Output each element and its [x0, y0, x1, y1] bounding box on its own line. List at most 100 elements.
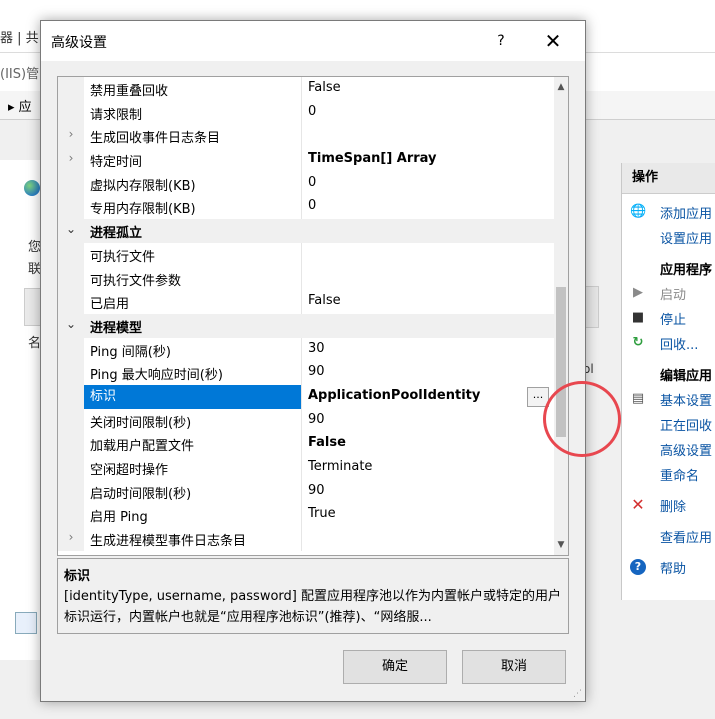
column-divider — [301, 100, 302, 125]
property-row[interactable]: 禁用重叠回收 False — [58, 77, 554, 101]
background-left-pane: 您 联 名 — [0, 160, 42, 660]
row-gutter — [58, 242, 84, 267]
property-row[interactable]: 启用 Ping True — [58, 503, 554, 528]
collapse-chevron-icon[interactable]: ⌄ — [64, 317, 78, 331]
ellipsis-button[interactable]: ... — [527, 386, 549, 407]
action-delete[interactable]: ✕ 删除 — [622, 494, 715, 516]
property-value[interactable]: Terminate — [308, 459, 372, 474]
section-label: 编辑应用 — [660, 369, 713, 384]
action-rename[interactable]: 重命名 — [622, 463, 715, 485]
property-value[interactable]: 90 — [308, 483, 325, 498]
actions-header: 操作 — [622, 163, 715, 194]
property-row[interactable]: › 生成进程模型事件日志条目 — [58, 527, 554, 551]
expand-chevron-icon[interactable]: › — [64, 530, 78, 544]
action-help[interactable]: ? 帮助 — [622, 556, 715, 578]
property-name: 请求限制 — [90, 107, 143, 123]
play-icon: ▶ — [633, 285, 643, 300]
property-value[interactable]: 0 — [308, 198, 316, 213]
property-value[interactable]: 90 — [308, 364, 325, 379]
action-label: 添加应用 — [660, 207, 713, 222]
property-value[interactable]: True — [308, 506, 336, 521]
close-button[interactable]: ✕ — [539, 29, 567, 53]
action-basic-settings[interactable]: ▤ 基本设置 — [622, 388, 715, 410]
property-name: 标识 — [84, 384, 301, 409]
property-row[interactable]: 虚拟内存限制(KB) 0 — [58, 171, 554, 196]
property-row[interactable]: 空闲超时操作 Terminate — [58, 456, 554, 480]
section-edit-application-pool: 编辑应用 — [622, 363, 715, 385]
action-view-applications[interactable]: 查看应用 — [622, 525, 715, 547]
property-name: 空闲超时操作 — [90, 463, 169, 478]
column-divider — [301, 361, 302, 385]
row-gutter — [58, 408, 84, 433]
row-gutter — [58, 77, 84, 101]
action-label: 高级设置 — [660, 444, 713, 459]
property-name: Ping 间隔(秒) — [90, 344, 171, 360]
property-rows: 禁用重叠回收 False 请求限制 0 › 生成回收事件日志条目 › 特定时间 TimeSpan… — [58, 77, 554, 551]
action-start[interactable]: ▶ 启动 — [622, 282, 715, 304]
property-grid-scrollbar[interactable]: ▲ ▼ — [554, 77, 568, 555]
property-value[interactable]: ApplicationPoolIdentity — [308, 388, 480, 403]
property-row[interactable]: 可执行文件 — [58, 242, 554, 267]
property-value[interactable]: False — [308, 435, 346, 450]
property-row[interactable]: 专用内存限制(KB) 0 — [58, 195, 554, 220]
action-set-application[interactable]: 设置应用 — [622, 226, 715, 248]
property-value[interactable]: 90 — [308, 412, 325, 427]
property-name: 可执行文件参数 — [90, 273, 182, 289]
description-text: [identityType, username, password] 配置应用程… — [64, 589, 561, 625]
property-row[interactable]: Ping 间隔(秒) 30 — [58, 337, 554, 362]
property-row[interactable]: 可执行文件参数 — [58, 266, 554, 291]
property-row[interactable]: 请求限制 0 — [58, 100, 554, 125]
action-add-application[interactable]: 🌐 添加应用 — [622, 201, 715, 223]
property-value[interactable]: TimeSpan[] Array — [308, 151, 437, 166]
property-value[interactable]: 0 — [308, 104, 316, 119]
action-recycling[interactable]: 正在回收 — [622, 413, 715, 435]
action-label: 帮助 — [660, 562, 687, 577]
row-gutter — [58, 337, 84, 362]
property-row[interactable]: 标识 ApplicationPoolIdentity... — [58, 384, 554, 409]
action-stop[interactable]: ■ 停止 — [622, 307, 715, 329]
property-value[interactable]: 0 — [308, 175, 316, 190]
cancel-button[interactable]: 取消 — [462, 650, 566, 684]
property-row[interactable]: 关闭时间限制(秒) 90 — [58, 408, 554, 433]
scroll-thumb[interactable] — [556, 287, 566, 437]
property-name: Ping 最大响应时间(秒) — [90, 368, 223, 384]
row-gutter — [58, 384, 84, 409]
property-row[interactable]: › 生成回收事件日志条目 — [58, 124, 554, 149]
collapse-chevron-icon[interactable]: ⌄ — [64, 222, 78, 236]
property-row[interactable]: 加载用户配置文件 False — [58, 432, 554, 456]
action-advanced-settings[interactable]: 高级设置 — [622, 438, 715, 460]
help-button[interactable]: ? — [491, 31, 511, 51]
help-icon: ? — [630, 559, 646, 575]
column-divider — [301, 503, 302, 528]
scroll-up-icon[interactable]: ▲ — [554, 79, 568, 95]
expand-chevron-icon[interactable]: › — [64, 127, 78, 141]
column-divider — [301, 337, 302, 362]
action-label: 基本设置 — [660, 394, 713, 409]
property-row[interactable]: › 特定时间 TimeSpan[] Array — [58, 148, 554, 172]
property-row[interactable]: 启动时间限制(秒) 90 — [58, 479, 554, 504]
column-divider — [301, 479, 302, 504]
column-divider — [301, 148, 302, 172]
property-category[interactable]: ⌄ 进程模型 — [58, 313, 554, 338]
dialog-titlebar[interactable]: 高级设置 ? ✕ — [41, 21, 585, 61]
property-name: 关闭时间限制(秒) — [90, 415, 192, 431]
globe-icon — [24, 180, 40, 196]
property-row[interactable]: Ping 最大响应时间(秒) 90 — [58, 361, 554, 385]
property-value[interactable]: 30 — [308, 341, 325, 356]
action-recycle[interactable]: ↻ 回收... — [622, 332, 715, 354]
row-gutter — [58, 479, 84, 504]
property-name: 生成进程模型事件日志条目 — [90, 534, 247, 550]
property-value[interactable]: False — [308, 80, 341, 95]
settings-icon: ▤ — [631, 391, 645, 406]
property-row[interactable]: 已启用 False — [58, 290, 554, 314]
ok-button[interactable]: 确定 — [343, 650, 447, 684]
property-value[interactable]: False — [308, 293, 341, 308]
property-name: 进程孤立 — [90, 226, 143, 242]
background-toolbar-text: ▸ 应 — [8, 100, 32, 115]
add-app-icon: 🌐 — [630, 204, 647, 219]
property-category[interactable]: ⌄ 进程孤立 — [58, 219, 554, 243]
column-divider — [301, 408, 302, 433]
resize-grip-icon[interactable]: ⋰ — [573, 689, 583, 699]
scroll-down-icon[interactable]: ▼ — [554, 537, 568, 553]
expand-chevron-icon[interactable]: › — [64, 151, 78, 165]
